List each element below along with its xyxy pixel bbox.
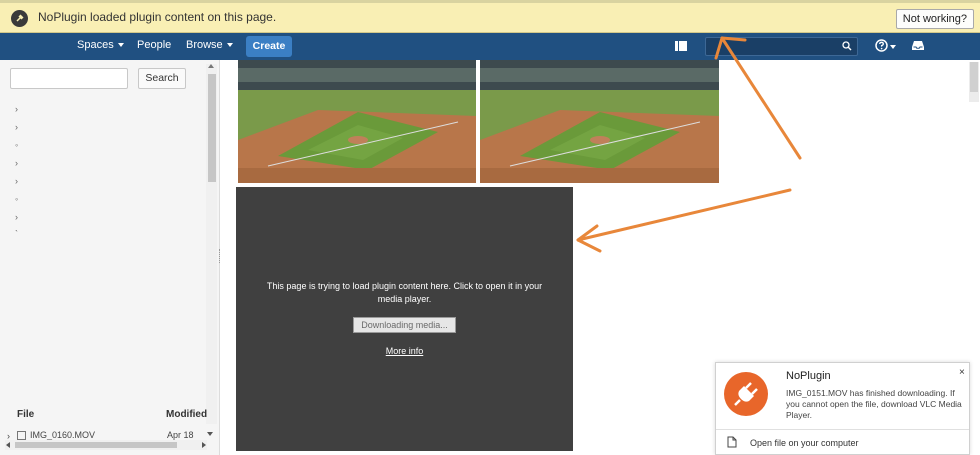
column-modified[interactable]: Modified [166, 409, 207, 420]
nav-search-input[interactable] [705, 37, 858, 56]
main-scrollbar[interactable] [969, 62, 979, 102]
annotation-arrowhead [576, 224, 602, 253]
tree-expand-icon[interactable]: › [15, 122, 18, 132]
sidebar-scrollbar[interactable] [206, 64, 217, 424]
tree-leaf-icon: ` [15, 229, 18, 239]
left-sidebar: Search › › ◦ › › ◦ › ` File Modified › I… [0, 60, 220, 455]
tree-leaf-icon: ◦ [15, 140, 19, 150]
infobar-message: NoPlugin loaded plugin content on this p… [38, 10, 277, 24]
column-file[interactable]: File [17, 409, 34, 420]
chevron-down-icon [890, 45, 896, 49]
create-button[interactable]: Create [246, 36, 292, 57]
baseball-stadium-photo[interactable] [238, 60, 476, 183]
annotation-arrow [576, 188, 792, 242]
tree-expand-icon[interactable]: › [15, 212, 18, 222]
plugin-message: This page is trying to load plugin conte… [266, 281, 543, 304]
noplugin-icon [11, 10, 28, 27]
file-list-header: File Modified [0, 403, 210, 425]
scroll-up-icon[interactable] [208, 64, 214, 68]
tree-expand-icon[interactable]: › [15, 158, 18, 168]
search-icon [842, 41, 852, 51]
chevron-down-icon [226, 43, 233, 48]
nav-spaces[interactable]: Spaces [77, 39, 124, 51]
scrollbar-thumb[interactable] [208, 74, 216, 182]
sidebar-resize-handle[interactable] [219, 249, 222, 263]
sidebar-toggle-icon[interactable] [675, 41, 687, 51]
file-name: IMG_0160.MOV [30, 430, 96, 440]
more-info-link[interactable]: More info [236, 346, 573, 356]
nav-browse[interactable]: Browse [186, 39, 233, 51]
inbox-icon[interactable] [912, 40, 924, 51]
nav-people-label: People [137, 39, 172, 51]
tree-expand-icon[interactable]: › [15, 176, 18, 186]
sidebar-horizontal-scrollbar[interactable] [5, 440, 207, 450]
close-icon[interactable]: × [959, 367, 965, 378]
notification-body: IMG_0151.MOV has finished downloading. I… [786, 388, 962, 420]
noplugin-infobar: NoPlugin loaded plugin content on this p… [0, 0, 980, 33]
document-icon [727, 436, 737, 448]
plugin-placeholder[interactable]: This page is trying to load plugin conte… [236, 187, 573, 451]
open-file-label: Open file on your computer [750, 438, 859, 448]
open-file-action[interactable]: Open file on your computer [716, 430, 969, 455]
not-working-button[interactable]: Not working? [895, 9, 974, 29]
video-file-icon [17, 431, 26, 440]
scroll-left-icon[interactable] [6, 442, 10, 448]
nav-spaces-label: Spaces [77, 39, 114, 51]
baseball-stadium-photo[interactable] [480, 60, 719, 183]
screen: NoPlugin loaded plugin content on this p… [0, 0, 980, 455]
scroll-right-icon[interactable] [202, 442, 206, 448]
sidebar-search-button[interactable]: Search [138, 68, 186, 89]
downloading-media-button[interactable]: Downloading media... [353, 317, 456, 333]
notification-title: NoPlugin [786, 370, 831, 382]
scrollbar-thumb[interactable] [15, 442, 177, 448]
top-navbar: Spaces People Browse Create [0, 33, 980, 60]
sidebar-search-input[interactable] [10, 68, 128, 89]
help-icon[interactable] [875, 39, 888, 52]
scrollbar-thumb[interactable] [970, 62, 978, 92]
nav-people[interactable]: People [137, 39, 171, 51]
noplugin-plug-icon [724, 372, 768, 416]
chevron-down-icon [117, 43, 124, 48]
nav-browse-label: Browse [186, 39, 223, 51]
file-modified-date: Apr 18 [167, 430, 194, 440]
scroll-down-icon[interactable] [207, 432, 213, 436]
download-notification: NoPlugin × IMG_0151.MOV has finished dow… [715, 362, 970, 455]
tree-leaf-icon: ◦ [15, 194, 19, 204]
tree-expand-icon[interactable]: › [15, 104, 18, 114]
